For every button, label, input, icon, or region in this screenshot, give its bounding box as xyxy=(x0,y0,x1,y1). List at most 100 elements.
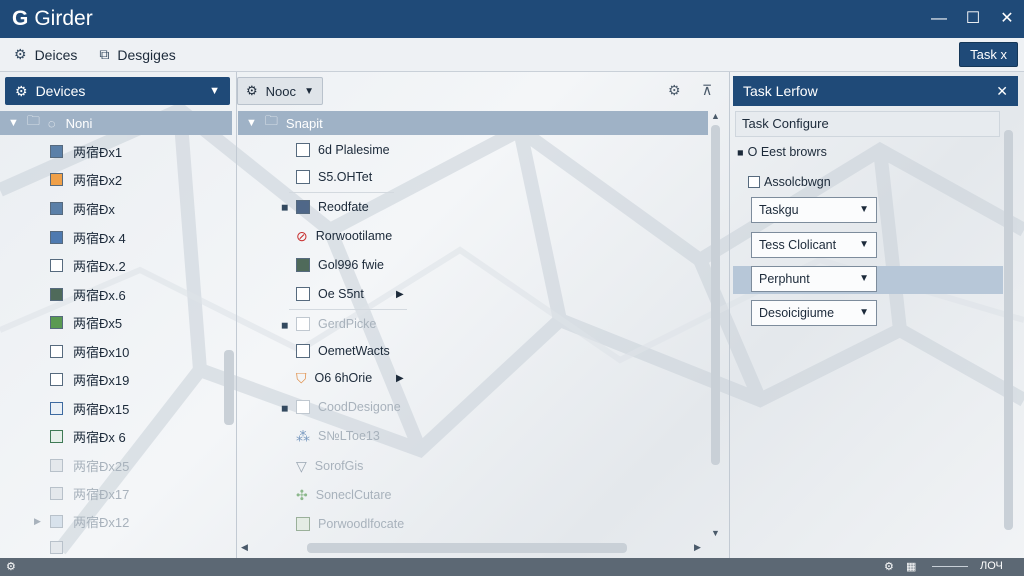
collapse-icon[interactable]: ⊼ xyxy=(702,82,712,99)
list-item[interactable]: ▽ SorofGis xyxy=(296,454,363,478)
device-outline-icon xyxy=(50,458,63,472)
task-configure-tab[interactable]: Task Configure xyxy=(735,111,1000,137)
scroll-right-icon[interactable]: ▶ xyxy=(694,542,701,553)
chevron-down-icon: ▼ xyxy=(304,85,314,97)
separator xyxy=(289,309,407,310)
list-item[interactable]: 两宿Đx17 xyxy=(50,482,129,504)
list-item[interactable]: 两宿Đx25 xyxy=(50,454,129,476)
funnel-icon: ▽ xyxy=(296,457,307,474)
device-blue-icon xyxy=(50,230,63,244)
minimize-button[interactable]: — xyxy=(928,8,950,30)
designs-button[interactable]: ⧉ Desgiges xyxy=(99,46,175,63)
tasks-scrollbar[interactable] xyxy=(1004,130,1013,530)
app-title: G Girder xyxy=(12,7,93,31)
tree-node-selected[interactable]: ▼ 🗀 ◌ Noni xyxy=(0,111,232,135)
list-item[interactable]: S5.OHTet xyxy=(296,165,372,189)
list-item-partial[interactable] xyxy=(50,536,73,558)
task-button[interactable]: Task x xyxy=(959,42,1018,67)
checkbox-option[interactable]: Assolcbwgn xyxy=(748,175,831,189)
zoom-level: ЛОЧ xyxy=(980,560,1003,572)
left-panel-divider[interactable] xyxy=(236,72,237,558)
tasks-panel-header: Task Lerfow ✕ xyxy=(733,76,1018,106)
device-blue-icon xyxy=(50,201,63,215)
chevron-down-icon: ▼ xyxy=(859,307,869,318)
scroll-down-icon[interactable]: ▼ xyxy=(711,528,720,538)
device-outline-icon xyxy=(50,372,63,386)
list-item[interactable]: 两宿Đx 4 xyxy=(50,226,126,248)
expand-arrow-icon: ▶ xyxy=(34,515,41,526)
checkbox-icon[interactable] xyxy=(748,176,760,188)
node-dropdown[interactable]: ⚙ Nooc ▼ xyxy=(237,77,323,105)
module-icon xyxy=(296,517,310,531)
document-icon xyxy=(296,400,310,414)
scroll-left-icon[interactable]: ◀ xyxy=(241,542,248,553)
radio-option[interactable]: ◼ O Eest browrs xyxy=(737,145,827,159)
maximize-button[interactable]: ☐ xyxy=(962,8,984,30)
grid-icon: ▦ xyxy=(906,561,917,573)
folder-icon: 🗀 xyxy=(26,113,40,128)
bullet-icon: ◼ xyxy=(737,147,744,157)
tree-node-selected[interactable]: ▼ 🗀 Snapit xyxy=(238,111,708,135)
list-item[interactable]: Porwoodlfocate xyxy=(296,512,404,536)
list-item[interactable]: Reodfate xyxy=(296,195,369,219)
devices-button[interactable]: ⚙ Deices xyxy=(14,46,77,63)
list-item[interactable]: ✣ SoneclCutare xyxy=(296,483,391,507)
task-dropdown[interactable]: Taskgu ▼ xyxy=(751,197,877,223)
list-item[interactable]: CoodDesigone xyxy=(296,395,401,419)
designs-button-label: Desgiges xyxy=(117,46,176,63)
close-button[interactable]: ✕ xyxy=(996,8,1018,30)
list-item[interactable]: 两宿Đx19 xyxy=(50,368,129,390)
devices-icon: ⚙ xyxy=(14,46,27,62)
scroll-up-icon[interactable]: ▲ xyxy=(711,111,720,121)
list-item[interactable]: Gol996 fwie xyxy=(296,253,384,277)
document-icon xyxy=(296,143,310,157)
designs-icon: ⧉ xyxy=(99,46,110,62)
task-dropdown[interactable]: Desoicigiume ▼ xyxy=(751,300,877,326)
status-icon: ⚙ xyxy=(6,561,16,573)
submenu-arrow-icon[interactable]: ▶ xyxy=(396,373,404,384)
submenu-arrow-icon[interactable]: ▶ xyxy=(396,289,404,300)
list-item[interactable]: 两宿Đx.6 xyxy=(50,283,126,305)
zoom-slider[interactable] xyxy=(932,566,968,567)
list-item[interactable]: ⊘ Rorwootilame xyxy=(296,224,392,248)
document-icon xyxy=(296,317,310,331)
middle-horizontal-scrollbar[interactable] xyxy=(307,543,627,553)
list-item[interactable]: OemetWacts xyxy=(296,339,390,363)
device-orange-icon xyxy=(50,172,63,186)
middle-vertical-scrollbar[interactable] xyxy=(711,125,720,465)
devices-dropdown[interactable]: ⚙ Devices ▼ xyxy=(5,77,230,105)
task-dropdown[interactable]: Tess Clolicant ▼ xyxy=(751,232,877,258)
right-panel-divider[interactable] xyxy=(729,72,730,558)
devices-button-label: Deices xyxy=(34,46,78,63)
list-item[interactable]: ▶ 两宿Đx12 xyxy=(34,510,129,532)
left-scrollbar[interactable] xyxy=(224,350,234,425)
list-item[interactable]: 两宿Đx.2 xyxy=(50,254,126,276)
device-outline-icon xyxy=(50,514,63,528)
app-name: Girder xyxy=(34,7,93,30)
module-icon xyxy=(296,258,310,272)
connector-icon: ✣ xyxy=(296,486,308,503)
task-dropdown[interactable]: Perphunt ▼ xyxy=(751,266,877,292)
status-bar: ⚙ ⚙ ▦ ЛОЧ xyxy=(0,558,1024,576)
expand-arrow-icon: ▼ xyxy=(246,117,257,129)
list-item[interactable]: 两宿Đx15 xyxy=(50,397,129,419)
list-item[interactable]: 两宿Đx xyxy=(50,197,115,219)
list-item[interactable]: 6d Plalesime xyxy=(296,138,390,162)
folder-icon: 🗀 xyxy=(264,113,278,128)
chevron-down-icon: ▼ xyxy=(209,85,220,97)
list-item[interactable]: 两宿Đx5 xyxy=(50,311,122,333)
list-item[interactable]: 两宿Đx1 xyxy=(50,140,122,162)
list-item[interactable]: 两宿Đx 6 xyxy=(50,425,126,447)
close-icon[interactable]: ✕ xyxy=(996,83,1008,100)
list-item[interactable]: ⁂ S№LToe13 xyxy=(296,424,380,448)
chevron-down-icon: ▼ xyxy=(859,273,869,284)
device-outline-icon xyxy=(50,258,63,272)
tree-node-label: Noni xyxy=(65,115,93,131)
list-item[interactable]: 两宿Đx2 xyxy=(50,168,122,190)
list-item[interactable]: ⛉ O6 6hOrie xyxy=(296,366,372,390)
settings-icon[interactable]: ⚙ xyxy=(668,82,681,99)
list-item[interactable]: GerdPicke xyxy=(296,312,376,336)
list-item[interactable]: 两宿Đx10 xyxy=(50,340,129,362)
list-item[interactable]: Oe S5nt xyxy=(296,282,364,306)
module-icon xyxy=(296,200,310,214)
